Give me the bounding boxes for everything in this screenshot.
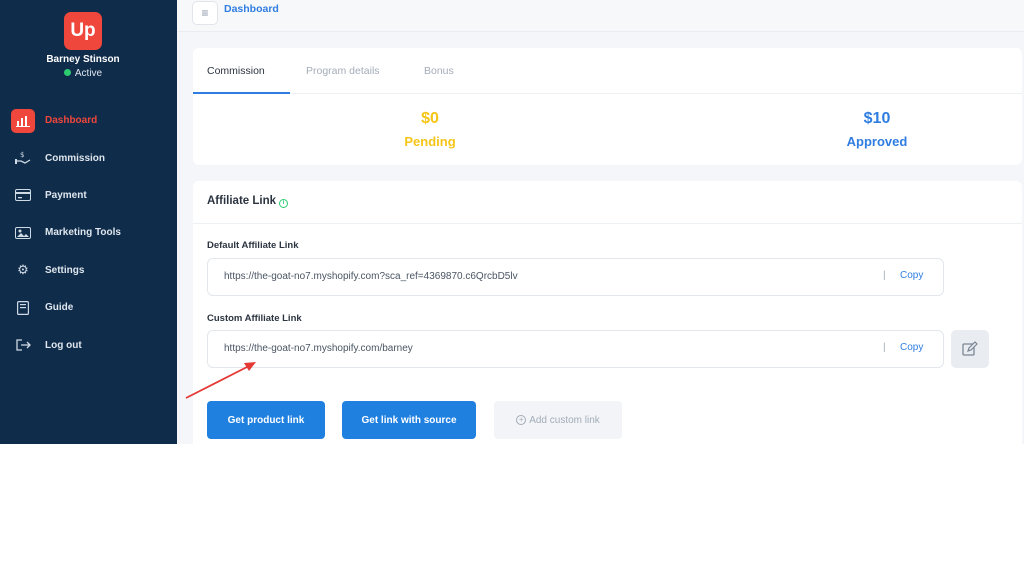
tab-bonus[interactable]: Bonus: [424, 65, 454, 77]
tab-program-details[interactable]: Program details: [306, 65, 380, 77]
sidebar-item-label: Guide: [45, 302, 74, 314]
copy-custom-link-button[interactable]: Copy: [900, 342, 923, 353]
copy-separator: |: [883, 270, 886, 281]
affiliate-header: Affiliate Link i: [193, 181, 1022, 224]
hamburger-menu-button[interactable]: ≡: [192, 1, 218, 25]
gear-icon: ⚙: [17, 262, 29, 278]
custom-link-field: https://the-goat-no7.myshopify.com/barne…: [207, 330, 944, 368]
hand-coin-icon: $: [11, 146, 35, 170]
status-dot-icon: [63, 69, 71, 76]
sidebar-item-label: Settings: [45, 264, 85, 276]
affiliate-link-card: Affiliate Link i Default Affiliate Link h…: [193, 181, 1022, 444]
sidebar-item-guide[interactable]: Guide: [0, 289, 177, 326]
edit-custom-link-button[interactable]: [951, 330, 989, 368]
user-status: Active: [0, 68, 166, 79]
approved-value: $10: [863, 110, 891, 127]
sidebar-item-label: Dashboard: [45, 115, 98, 127]
svg-text:$: $: [20, 151, 24, 159]
active-tab-indicator: [193, 92, 290, 94]
app-logo: Up: [64, 12, 102, 50]
credit-card-icon: [11, 183, 35, 207]
add-custom-link-label: Add custom link: [529, 414, 600, 426]
custom-link-text[interactable]: https://the-goat-no7.myshopify.com/barne…: [224, 343, 413, 354]
edit-icon: [962, 341, 978, 356]
sidebar-item-label: Marketing Tools: [45, 227, 121, 239]
tab-commission[interactable]: Commission: [207, 65, 265, 77]
affiliate-title-text: Affiliate Link: [207, 195, 277, 207]
hamburger-icon: ≡: [201, 6, 209, 20]
commission-tabs: Commission Program details Bonus: [193, 48, 1022, 94]
default-link-field: https://the-goat-no7.myshopify.com?sca_r…: [207, 258, 944, 296]
logo-text: Up: [70, 20, 96, 41]
user-status-text: Active: [74, 68, 103, 79]
top-bar: ≡ Dashboard: [177, 0, 1024, 32]
info-icon[interactable]: i: [279, 199, 289, 208]
chart-bars-icon: [11, 108, 35, 133]
pending-value: $0: [421, 110, 439, 127]
logout-icon: [11, 333, 35, 357]
sidebar: Up Barney Stinson Active Dashboard $ Com…: [0, 0, 177, 444]
add-custom-link-button[interactable]: + Add custom link: [494, 401, 622, 439]
custom-link-label: Custom Affiliate Link: [207, 313, 302, 324]
get-link-with-source-button[interactable]: Get link with source: [342, 401, 476, 439]
sidebar-item-log-out[interactable]: Log out: [0, 326, 177, 363]
affiliate-title: Affiliate Link i: [207, 195, 289, 208]
sidebar-item-label: Commission: [45, 152, 106, 164]
image-icon: [11, 221, 35, 245]
approved-stat: $10 Approved: [777, 110, 977, 149]
sidebar-item-label: Payment: [45, 189, 87, 201]
sidebar-item-dashboard[interactable]: Dashboard: [0, 102, 177, 139]
pending-stat: $0 Pending: [330, 110, 530, 149]
breadcrumb[interactable]: Dashboard: [224, 3, 279, 15]
sidebar-item-commission[interactable]: $ Commission: [0, 139, 177, 176]
sidebar-item-settings[interactable]: ⚙ Settings: [0, 252, 177, 289]
get-product-link-button[interactable]: Get product link: [207, 401, 325, 439]
default-link-label: Default Affiliate Link: [207, 240, 299, 251]
commission-card: Commission Program details Bonus $0 Pend…: [193, 48, 1022, 165]
pending-label: Pending: [404, 134, 456, 149]
sidebar-item-marketing-tools[interactable]: Marketing Tools: [0, 214, 177, 251]
approved-label: Approved: [846, 134, 908, 149]
app-frame: Up Barney Stinson Active Dashboard $ Com…: [0, 0, 1024, 444]
default-link-text[interactable]: https://the-goat-no7.myshopify.com?sca_r…: [224, 271, 518, 282]
plus-circle-icon: +: [516, 415, 527, 425]
copy-default-link-button[interactable]: Copy: [900, 270, 923, 281]
sidebar-nav: Dashboard $ Commission Payment Marketing…: [0, 102, 177, 364]
user-name: Barney Stinson: [46, 54, 120, 65]
sidebar-item-label: Log out: [45, 339, 82, 351]
copy-separator: |: [883, 342, 886, 353]
sidebar-item-payment[interactable]: Payment: [0, 177, 177, 214]
book-icon: [11, 296, 35, 320]
